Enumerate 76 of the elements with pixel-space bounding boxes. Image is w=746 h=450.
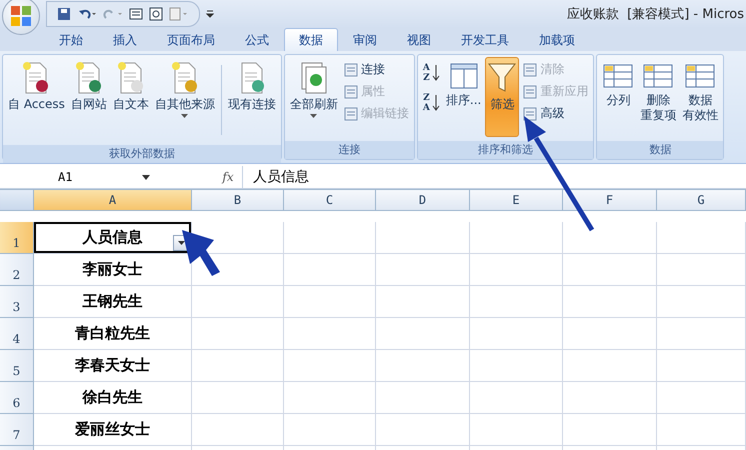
cell-text: 爱丽丝女士 — [75, 420, 150, 439]
refresh-document-icon — [298, 61, 329, 95]
sort-ascending-button[interactable]: A Z — [420, 63, 442, 83]
column-header[interactable]: B — [192, 190, 284, 211]
small-command-icon — [523, 106, 538, 120]
caret-icon — [178, 241, 184, 245]
ribbon-tab[interactable]: 开发工具 — [446, 28, 524, 51]
name-box[interactable]: A1 — [0, 167, 150, 187]
row-header[interactable]: 7 — [0, 414, 34, 446]
customize-menu-icon[interactable] — [206, 9, 214, 19]
ribbon-tab[interactable]: 加载项 — [524, 28, 590, 51]
ribbon-tab[interactable]: 插入 — [98, 28, 152, 51]
column-header[interactable]: C — [284, 190, 376, 211]
document-icon — [116, 61, 146, 95]
ribbon-tab[interactable]: 公式 — [230, 28, 284, 51]
ribbon-button[interactable]: 自 Access — [6, 57, 67, 137]
ribbon-button[interactable]: 自网站 — [68, 57, 109, 137]
undo-icon[interactable] — [77, 7, 97, 21]
column-header[interactable]: F — [563, 190, 657, 211]
small-command-icon — [344, 84, 358, 98]
ribbon-button[interactable]: 分列 — [600, 57, 636, 137]
cell-text: 徐白先生 — [82, 388, 142, 407]
ribbon-tab[interactable]: 视图 — [392, 28, 446, 51]
preview-icon[interactable] — [149, 7, 163, 21]
ribbon-tab[interactable]: 审阅 — [338, 28, 392, 51]
office-logo-icon — [10, 5, 32, 27]
office-button[interactable] — [2, 0, 40, 35]
cell-text: 青白粒先生 — [75, 324, 150, 343]
ribbon-button[interactable]: 删除 重复项 — [638, 57, 678, 137]
group-title: 数据 — [597, 141, 724, 159]
document-icon — [170, 61, 200, 95]
caret-icon — [310, 114, 318, 118]
row-header[interactable]: 3 — [0, 286, 34, 318]
group-title: 排序和筛选 — [418, 141, 594, 159]
dropdown-icon[interactable] — [142, 175, 150, 180]
sort-descending-button[interactable]: Z A — [420, 93, 442, 113]
row-header[interactable]: 5 — [0, 350, 34, 382]
ribbon-small-button[interactable]: 连接 — [342, 59, 411, 80]
ribbon-tab[interactable]: 开始 — [44, 28, 98, 51]
formula-field[interactable]: 人员信息 — [242, 166, 746, 188]
row-header[interactable]: 2 — [0, 254, 34, 286]
ribbon-button[interactable]: 数据 有效性 — [680, 57, 720, 137]
column-header[interactable]: G — [657, 190, 746, 211]
group-title: 获取外部数据 — [3, 145, 281, 163]
form-icon[interactable] — [129, 7, 143, 21]
ribbon-tab[interactable]: 页面布局 — [152, 28, 230, 51]
down-arrow-icon — [432, 64, 440, 82]
small-command-icon — [523, 84, 538, 98]
row-header[interactable]: 1 — [0, 222, 34, 254]
row-header[interactable]: 4 — [0, 318, 34, 350]
caret-icon — [181, 114, 188, 118]
pointer-arrow — [180, 228, 222, 278]
cell-text: 李春天女士 — [75, 356, 150, 375]
ribbon-button[interactable]: 现有连接 — [226, 57, 278, 137]
column-header[interactable]: D — [376, 190, 470, 211]
ribbon-button[interactable]: 全部刷新 — [288, 57, 340, 137]
cell-text: 李丽女士 — [82, 260, 142, 279]
ribbon-button[interactable]: 筛选 — [485, 57, 520, 137]
small-command-icon — [344, 62, 358, 76]
ribbon-button[interactable]: 自其他来源 — [152, 57, 217, 137]
cell-text: 王钢先生 — [82, 292, 142, 311]
cell-text: 人员信息 — [82, 228, 142, 247]
row-header[interactable]: 6 — [0, 382, 34, 414]
small-command-icon — [523, 62, 538, 76]
save-icon[interactable] — [57, 7, 71, 21]
window-title: 应收账款 [兼容模式] - Micros — [566, 6, 745, 23]
document-icon — [74, 61, 104, 95]
ribbon-button[interactable]: 自文本 — [110, 57, 151, 137]
function-icon[interactable]: fx — [214, 170, 242, 184]
group-title: 连接 — [284, 141, 414, 159]
ribbon-button[interactable]: 排序... — [444, 57, 484, 137]
column-header[interactable]: A — [34, 190, 192, 211]
column-header[interactable]: E — [470, 190, 563, 211]
ribbon-tab[interactable]: 数据 — [284, 28, 338, 51]
down-arrow-icon — [432, 94, 440, 112]
small-command-icon — [344, 106, 358, 120]
